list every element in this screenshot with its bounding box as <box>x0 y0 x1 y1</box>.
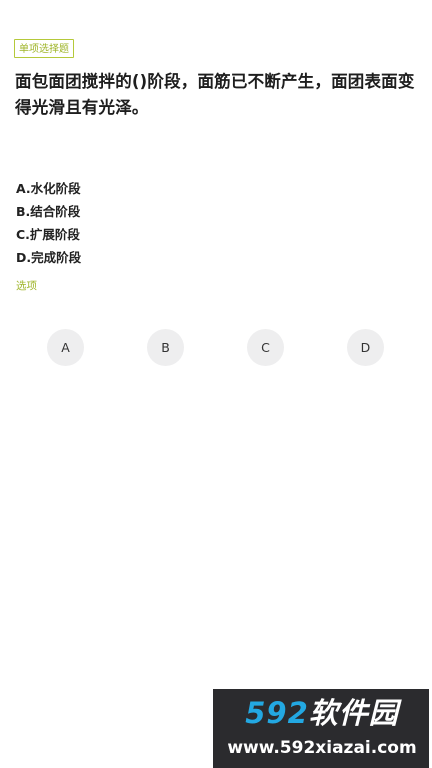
choice-a-button[interactable]: A <box>47 329 84 366</box>
choice-c-button[interactable]: C <box>247 329 284 366</box>
option-d: D.完成阶段 <box>16 250 82 265</box>
choice-d-button[interactable]: D <box>347 329 384 366</box>
watermark-brand-number: 592 <box>245 696 309 730</box>
choice-b-button[interactable]: B <box>147 329 184 366</box>
watermark-brand-text: 软件园 <box>308 696 399 730</box>
site-watermark: 592软件园 www.592xiazai.com <box>213 689 429 768</box>
watermark-url: www.592xiazai.com <box>227 738 417 758</box>
choices-hint-label: 选项 <box>16 280 37 292</box>
watermark-brand: 592软件园 <box>219 693 425 733</box>
question-text: 面包面团搅拌的()阶段，面筋已不断产生，面团表面变得光滑且有光泽。 <box>15 72 415 117</box>
option-b: B.结合阶段 <box>16 204 81 219</box>
options-list: A.水化阶段 B.结合阶段 C.扩展阶段 D.完成阶段 <box>16 177 81 269</box>
option-a: A.水化阶段 <box>16 181 81 196</box>
option-c: C.扩展阶段 <box>16 227 80 242</box>
question-type-tag: 单项选择题 <box>14 39 74 58</box>
